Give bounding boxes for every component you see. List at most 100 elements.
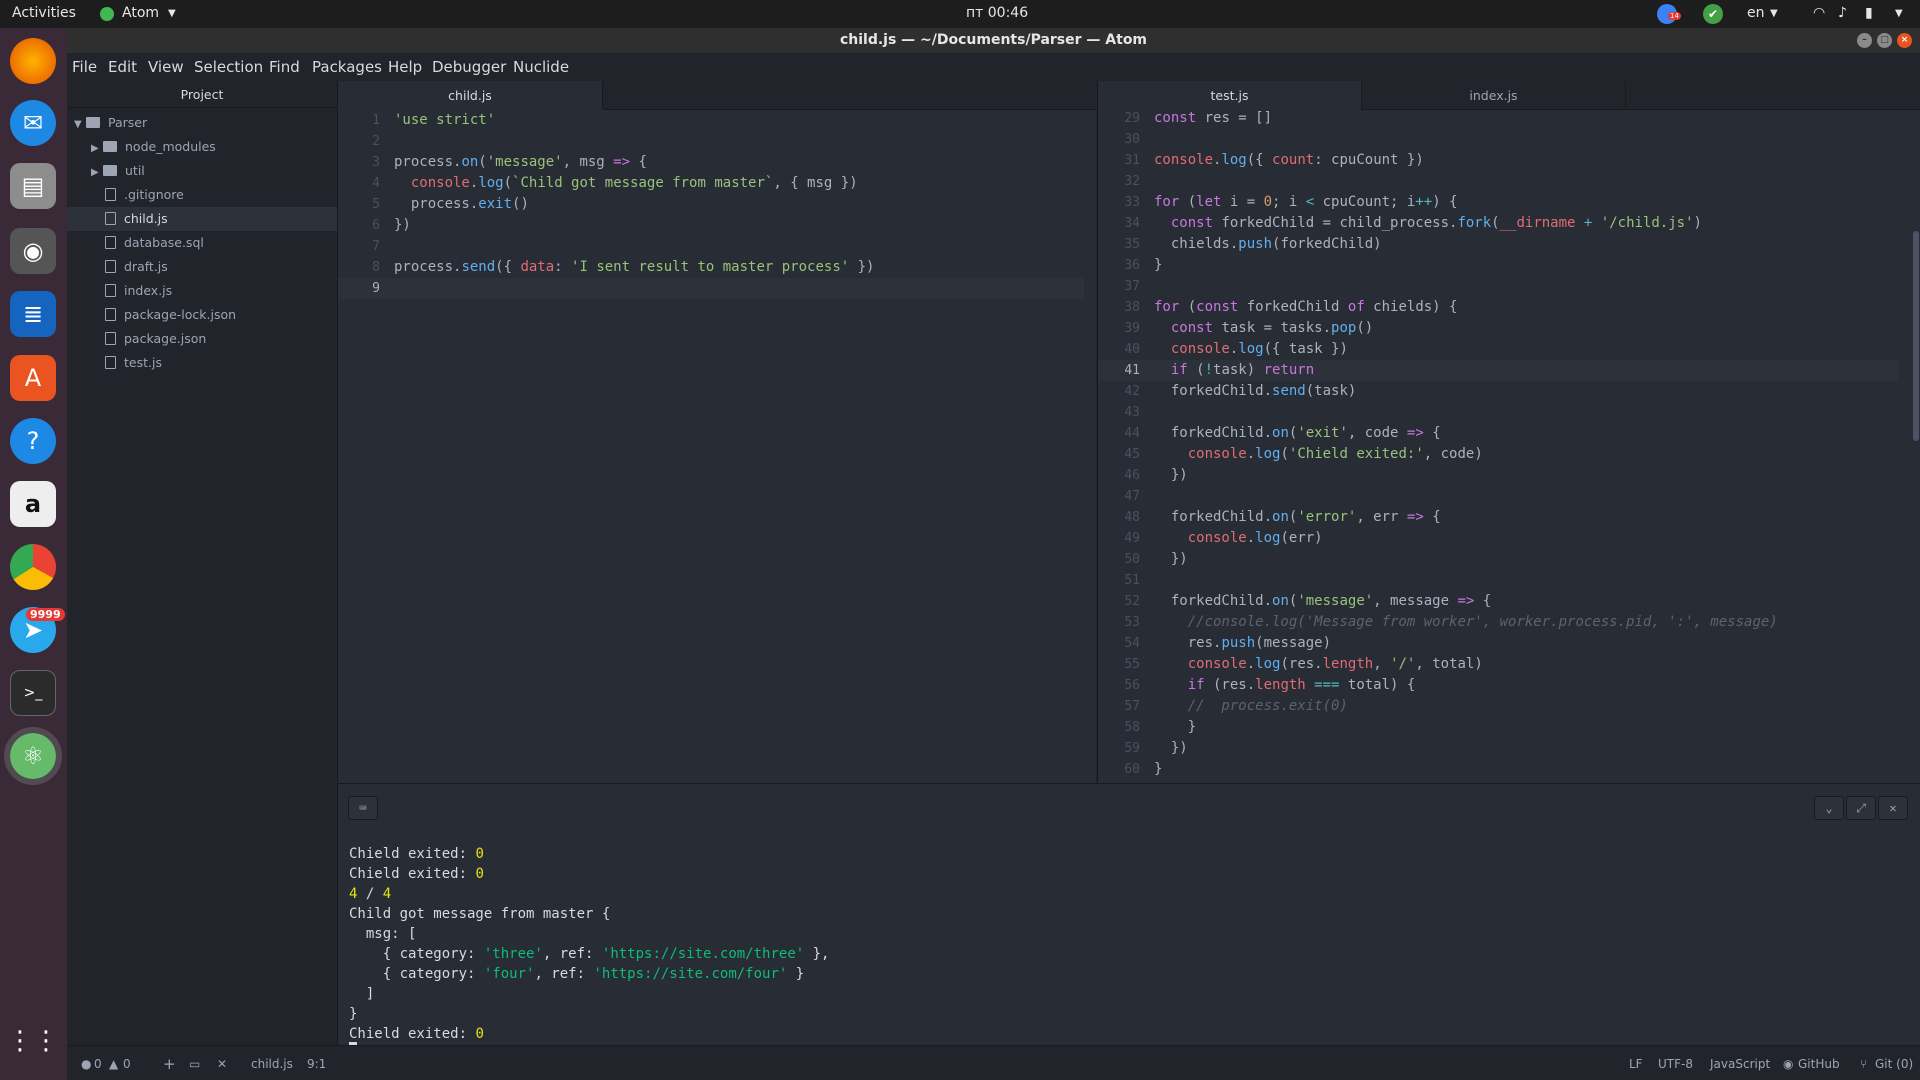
code-line: 52 forkedChild.on('message', message => … <box>1124 593 1492 609</box>
error-icon[interactable]: ● <box>81 1057 91 1071</box>
menu-debugger[interactable]: Debugger <box>432 58 506 76</box>
atom-editor-icon[interactable]: ⚛ <box>4 727 62 785</box>
git-icon[interactable]: ⑂ <box>1860 1057 1867 1071</box>
files-icon[interactable]: ▤ <box>10 163 56 209</box>
tree-item-package-lock-json[interactable]: package-lock.json <box>67 303 337 327</box>
close-icon[interactable]: × <box>1897 33 1912 48</box>
file-encoding[interactable]: UTF-8 <box>1658 1057 1693 1071</box>
tree-item-label: node_modules <box>125 139 216 154</box>
editor-scrollbar[interactable] <box>1913 231 1919 441</box>
tree-item-label: index.js <box>124 283 173 298</box>
help-icon[interactable]: ? <box>10 418 56 464</box>
app-menu-chevron-icon[interactable]: ▼ <box>168 8 176 19</box>
window-title: child.js — ~/Documents/Parser — Atom <box>839 32 1148 48</box>
tab-test-js[interactable]: test.js <box>1098 81 1362 110</box>
tree-item-util[interactable]: ▶ util <box>67 159 337 183</box>
tree-item-node-modules[interactable]: ▶ node_modules <box>67 135 337 159</box>
check-status-icon[interactable]: ✔ <box>1703 4 1723 24</box>
thunderbird-icon[interactable]: ✉ <box>10 100 56 146</box>
code-line: 37 <box>1124 279 1140 294</box>
close-panel-icon[interactable]: ✕ <box>1878 796 1908 820</box>
tree-item-gitignore[interactable]: .gitignore <box>67 183 337 207</box>
warning-count[interactable]: 0 <box>123 1057 131 1071</box>
menu-find[interactable]: Find <box>269 58 300 76</box>
menu-bar: File Edit View Selection Find Packages H… <box>67 53 1920 81</box>
tree-item-label: .gitignore <box>124 187 184 202</box>
code-line: 39 const task = tasks.pop() <box>1124 320 1374 336</box>
code-line: 40 console.log({ task }) <box>1124 341 1348 357</box>
code-line: 43 <box>1124 405 1140 420</box>
code-line: 55 console.log(res.length, '/', total) <box>1124 656 1483 672</box>
maximize-panel-icon[interactable]: ⤢ <box>1846 796 1876 820</box>
wifi-icon[interactable]: ◠ <box>1813 5 1825 21</box>
right-editor-pane: test.js index.js 29 const res = [] 30 31 c… <box>1097 81 1920 783</box>
language-indicator[interactable]: en <box>1747 5 1765 21</box>
add-terminal-icon[interactable]: + <box>163 1055 176 1073</box>
menu-edit[interactable]: Edit <box>108 58 137 76</box>
github-icon[interactable]: ◉ <box>1783 1057 1793 1071</box>
volume-icon[interactable]: ♪ <box>1838 5 1847 21</box>
window-title-bar: child.js — ~/Documents/Parser — Atom – □… <box>67 28 1920 53</box>
grammar[interactable]: JavaScript <box>1710 1057 1770 1071</box>
software-center-icon[interactable]: A <box>10 355 56 401</box>
code-line: 1'use strict' <box>372 112 496 128</box>
tree-item-test-js[interactable]: test.js <box>67 351 337 375</box>
terminal-toggle-icon[interactable]: ▭ <box>189 1057 200 1071</box>
folder-icon <box>86 117 100 128</box>
terminal-icon[interactable]: >_ <box>10 670 56 716</box>
language-chevron-icon[interactable]: ▼ <box>1770 8 1778 19</box>
project-header[interactable]: Project <box>67 81 337 108</box>
menu-file[interactable]: File <box>72 58 97 76</box>
maximize-icon[interactable]: □ <box>1877 33 1892 48</box>
git-label[interactable]: Git (0) <box>1875 1057 1913 1071</box>
file-icon <box>105 308 116 321</box>
rhythmbox-icon[interactable]: ◉ <box>10 228 56 274</box>
folder-icon <box>103 165 117 176</box>
code-line: 2 <box>372 134 380 149</box>
terminal-panel[interactable]: ⌨ ⌄ ⤢ ✕ Chield exited: 0 Chield exited: … <box>338 783 1920 1046</box>
tab-child-js[interactable]: child.js <box>338 81 603 110</box>
system-menu-chevron-icon[interactable]: ▼ <box>1895 8 1903 19</box>
menu-selection[interactable]: Selection <box>194 58 263 76</box>
tree-item-label: package-lock.json <box>124 307 237 322</box>
terminal-keyboard-icon[interactable]: ⌨ <box>348 796 378 820</box>
code-line: 45 console.log('Chield exited:', code) <box>1124 446 1483 462</box>
warning-icon[interactable]: ▲ <box>109 1057 118 1071</box>
code-line: 30 <box>1124 132 1140 147</box>
chrome-icon[interactable] <box>10 544 56 590</box>
tree-item-package-json[interactable]: package.json <box>67 327 337 351</box>
clock[interactable]: пт 00:46 <box>966 5 1028 21</box>
tab-index-js[interactable]: index.js <box>1362 81 1626 110</box>
battery-icon[interactable]: ▮ <box>1865 5 1873 21</box>
activities-button[interactable]: Activities <box>12 5 76 21</box>
code-line: 29 const res = [] <box>1124 110 1273 126</box>
show-applications-icon[interactable]: ⋮⋮ <box>7 1018 59 1064</box>
tree-item-child-js[interactable]: child.js <box>67 207 337 231</box>
minimize-icon[interactable]: – <box>1857 33 1872 48</box>
github-label[interactable]: GitHub <box>1798 1057 1840 1071</box>
menu-view[interactable]: View <box>148 58 184 76</box>
tree-root-parser[interactable]: ▼ Parser <box>67 111 337 135</box>
menu-packages[interactable]: Packages <box>312 58 382 76</box>
amazon-icon[interactable]: a <box>10 481 56 527</box>
cursor-position[interactable]: 9:1 <box>307 1057 326 1071</box>
chevron-down-icon[interactable]: ⌄ <box>1814 796 1844 820</box>
code-line: 6}) <box>372 217 411 233</box>
current-file[interactable]: child.js <box>251 1057 293 1071</box>
chevron-down-icon: ▼ <box>74 119 82 130</box>
menu-nuclide[interactable]: Nuclide <box>513 58 569 76</box>
status-bar: ● 0 ▲ 0 + ▭ ✕ child.js 9:1 LF UTF-8 Java… <box>67 1045 1920 1080</box>
firefox-icon[interactable] <box>10 38 56 84</box>
tree-item-draft-js[interactable]: draft.js <box>67 255 337 279</box>
line-ending[interactable]: LF <box>1629 1057 1643 1071</box>
tree-item-database-sql[interactable]: database.sql <box>67 231 337 255</box>
error-count[interactable]: 0 <box>94 1057 102 1071</box>
code-line: 54 res.push(message) <box>1124 635 1332 651</box>
menu-help[interactable]: Help <box>388 58 422 76</box>
close-terminal-icon[interactable]: ✕ <box>217 1057 227 1071</box>
tree-item-index-js[interactable]: index.js <box>67 279 337 303</box>
writer-icon[interactable]: ≣ <box>10 291 56 337</box>
terminal-line: 4 / 4 <box>349 886 392 902</box>
terminal-line: Chield exited: 0 <box>349 1026 484 1042</box>
app-menu-label[interactable]: Atom <box>122 5 159 21</box>
